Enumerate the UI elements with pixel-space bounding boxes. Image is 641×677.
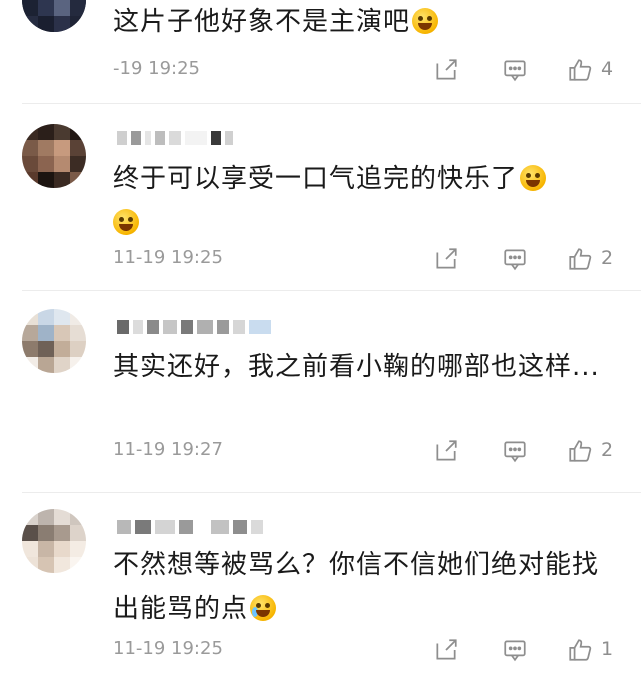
share-icon[interactable] [431,244,461,274]
like-count: 2 [601,439,614,461]
comment-icon[interactable] [500,635,530,665]
thumbs-up-icon[interactable] [565,635,595,665]
username-mosaic[interactable] [117,126,233,150]
comment-meta: 11-19 19:27 2 [113,436,633,466]
crying-emoji [250,595,277,621]
comment-body: 不然想等被骂么？你信不信她们绝对能找出能骂的点 [113,550,600,624]
like-count: 2 [601,247,614,269]
comment-text: 不然想等被骂么？你信不信她们绝对能找出能骂的点 [113,543,623,631]
comment-time: 11-19 19:25 [113,638,223,659]
comment-time: 11-19 19:25 [113,247,223,268]
comment-meta: 11-19 19:25 2 [113,244,633,274]
grinning-emoji [520,165,547,191]
avatar[interactable] [22,309,86,373]
thumbs-up-icon[interactable] [565,244,595,274]
comment-item: 终于可以享受一口气追完的快乐了 11-19 19:25 2 [0,104,641,288]
comment-time: 11-19 19:27 [113,439,223,460]
thumbs-up-icon[interactable] [565,436,595,466]
username-mosaic[interactable] [117,515,263,539]
grinning-emoji [113,209,139,235]
comment-item: 其实还好，我之前看小鞠的哪部也这样... 11-19 19:27 2 [0,291,641,491]
comment-body: 终于可以享受一口气追完的快乐了 [113,164,519,194]
comment-body: 其实还好，我之前看小鞠的哪部也这样... [113,352,600,382]
comment-item: 不然想等被骂么？你信不信她们绝对能找出能骂的点 11-19 19:25 1 [0,493,641,677]
username-mosaic[interactable] [117,315,271,339]
thumbs-up-icon[interactable] [565,55,595,85]
comment-icon[interactable] [500,55,530,85]
share-icon[interactable] [431,436,461,466]
share-icon[interactable] [431,635,461,665]
comment-time: -19 19:25 [113,58,200,79]
comment-text: 这片子他好象不是主演吧 [113,0,623,44]
comment-meta: -19 19:25 4 [113,55,633,85]
comment-item: 这片子他好象不是主演吧 -19 19:25 4 [0,0,641,100]
laughing-tears-emoji [412,8,439,34]
comment-body: 这片子他好象不是主演吧 [113,7,411,37]
comment-icon[interactable] [500,436,530,466]
like-count: 1 [601,638,614,660]
avatar[interactable] [22,509,86,573]
like-count: 4 [601,58,614,80]
comment-meta: 11-19 19:25 1 [113,635,633,665]
comment-text: 其实还好，我之前看小鞠的哪部也这样... [113,345,623,389]
share-icon[interactable] [431,55,461,85]
comment-icon[interactable] [500,244,530,274]
comment-text: 终于可以享受一口气追完的快乐了 [113,157,623,245]
avatar[interactable] [22,0,86,32]
avatar[interactable] [22,124,86,188]
